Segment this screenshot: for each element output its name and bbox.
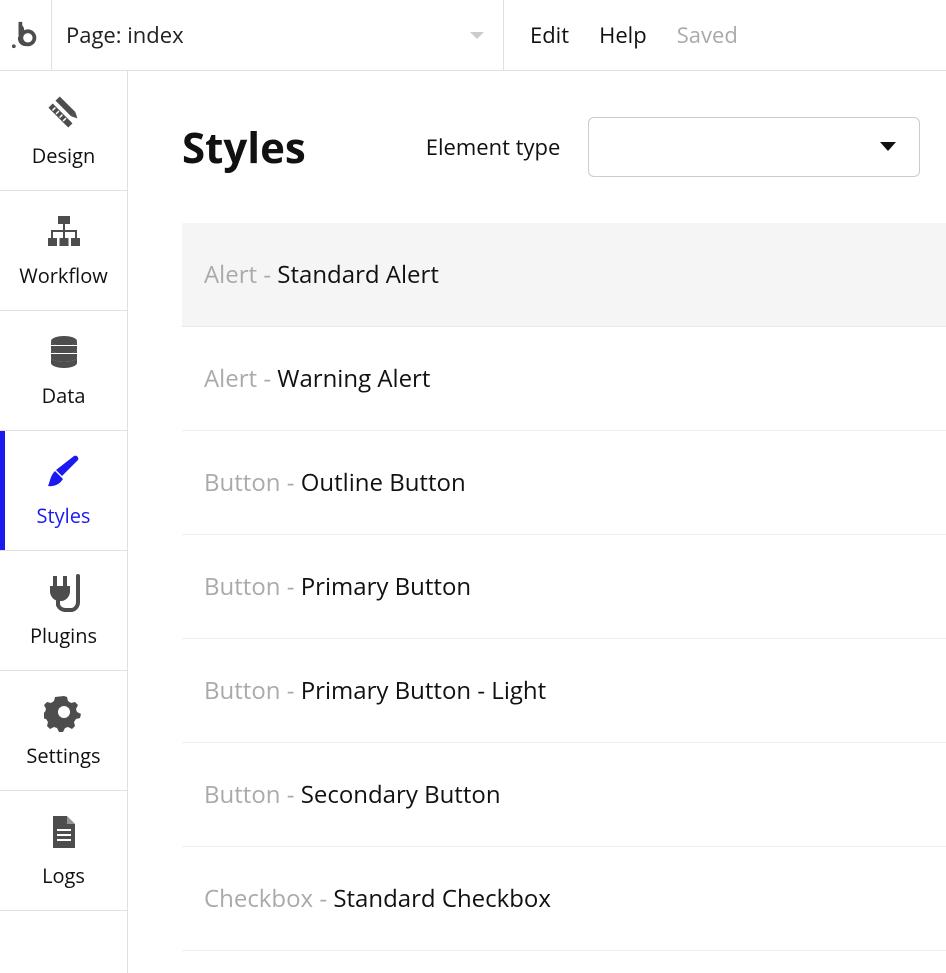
main-panel: Styles Element type Alert - Standard Ale… — [128, 71, 946, 973]
style-category: Checkbox - — [204, 882, 333, 915]
style-category: Button - — [204, 778, 301, 811]
topbar: Page: index Edit Help Saved — [0, 0, 946, 71]
sidebar-item-label: Styles — [37, 502, 91, 529]
sidebar-item-label: Plugins — [30, 622, 97, 649]
style-row[interactable]: Alert - Warning Alert — [182, 327, 946, 431]
style-category: Button - — [204, 674, 301, 707]
sidebar-item-label: Workflow — [19, 262, 108, 289]
sidebar-item-logs[interactable]: Logs — [0, 791, 127, 911]
sidebar-item-design[interactable]: Design — [0, 71, 127, 191]
menu-edit[interactable]: Edit — [530, 20, 569, 50]
plug-icon — [44, 572, 84, 612]
element-type-dropdown[interactable] — [588, 117, 920, 177]
chevron-down-icon — [879, 136, 897, 158]
sidebar-item-workflow[interactable]: Workflow — [0, 191, 127, 311]
style-list: Alert - Standard Alert Alert - Warning A… — [182, 223, 946, 951]
page-selector-label: Page: index — [66, 20, 184, 50]
page-selector[interactable]: Page: index — [52, 0, 504, 71]
element-type-filter: Element type — [426, 117, 921, 177]
sidebar-item-plugins[interactable]: Plugins — [0, 551, 127, 671]
database-icon — [44, 332, 84, 372]
ruler-pencil-icon — [44, 92, 84, 132]
style-name: Warning Alert — [277, 362, 430, 395]
style-name: Secondary Button — [301, 778, 501, 811]
sidebar-item-data[interactable]: Data — [0, 311, 127, 431]
style-row[interactable]: Button - Outline Button — [182, 431, 946, 535]
sidebar-item-label: Logs — [42, 862, 85, 889]
page-title: Styles — [182, 119, 306, 176]
style-row[interactable]: Button - Secondary Button — [182, 743, 946, 847]
sitemap-icon — [44, 212, 84, 252]
app-logo[interactable] — [0, 0, 52, 71]
layout: Design Workflow — [0, 71, 946, 973]
document-icon — [44, 812, 84, 852]
style-row[interactable]: Button - Primary Button — [182, 535, 946, 639]
chevron-down-icon — [469, 24, 485, 46]
style-row[interactable]: Alert - Standard Alert — [182, 223, 946, 327]
menu-saved: Saved — [677, 20, 738, 50]
sidebar: Design Workflow — [0, 71, 128, 973]
style-name: Outline Button — [301, 466, 466, 499]
bubble-logo-icon — [11, 20, 41, 50]
style-row[interactable]: Checkbox - Standard Checkbox — [182, 847, 946, 951]
style-category: Button - — [204, 570, 301, 603]
style-category: Button - — [204, 466, 301, 499]
gear-icon — [44, 692, 84, 732]
style-name: Standard Alert — [277, 258, 439, 291]
sidebar-item-styles[interactable]: Styles — [0, 431, 127, 551]
style-row[interactable]: Button - Primary Button - Light — [182, 639, 946, 743]
sidebar-item-settings[interactable]: Settings — [0, 671, 127, 791]
sidebar-item-label: Design — [32, 142, 95, 169]
menu-help[interactable]: Help — [599, 20, 647, 50]
filter-label: Element type — [426, 132, 561, 162]
paintbrush-icon — [44, 452, 84, 492]
sidebar-item-label: Data — [42, 382, 86, 409]
top-menu: Edit Help Saved — [504, 20, 738, 50]
style-name: Standard Checkbox — [333, 882, 551, 915]
style-category: Alert - — [204, 362, 277, 395]
sidebar-item-label: Settings — [26, 742, 100, 769]
style-name: Primary Button - Light — [301, 674, 547, 707]
style-name: Primary Button — [301, 570, 471, 603]
style-category: Alert - — [204, 258, 277, 291]
main-header: Styles Element type — [128, 71, 946, 223]
